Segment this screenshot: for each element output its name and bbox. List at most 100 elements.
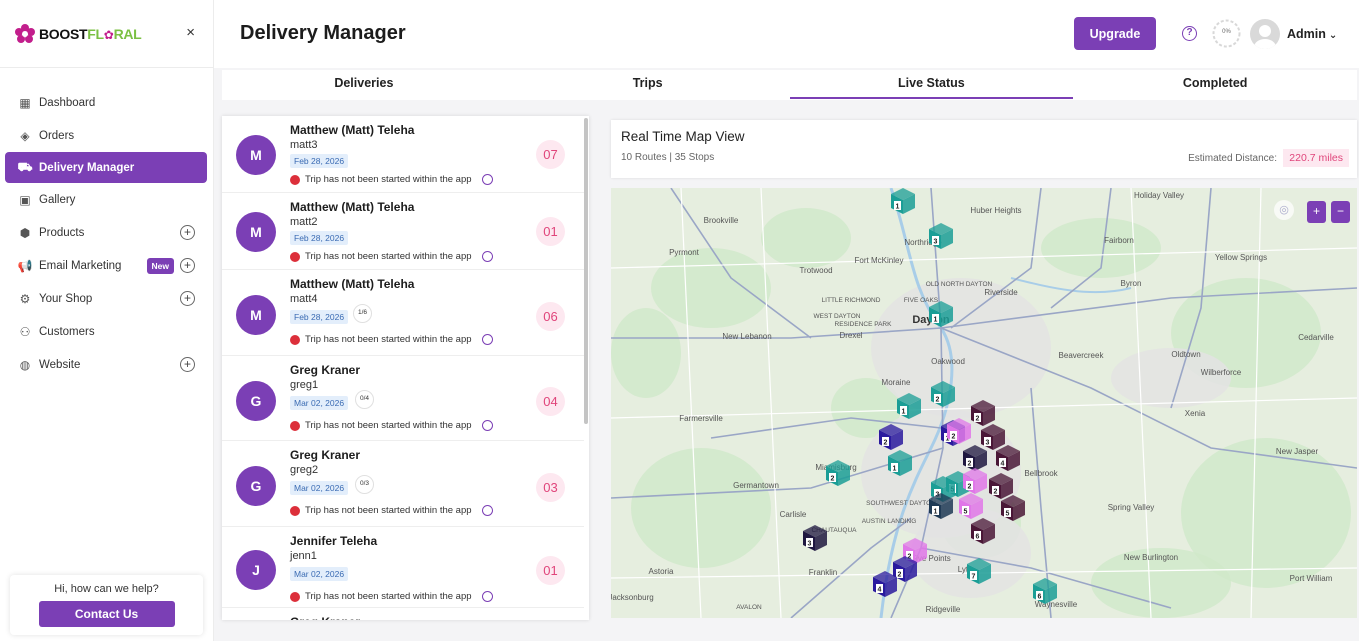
sidebar-item-orders[interactable]: ◈ Orders [0, 119, 213, 152]
status-ring-icon [481, 591, 493, 602]
distance-value: 220.7 miles [1283, 149, 1349, 167]
sidebar-item-label: Website [39, 358, 81, 371]
status-red-dot-icon [290, 420, 300, 431]
map-place-label: OLD NORTH DAYTON [926, 281, 993, 288]
marker-stop-number: 3 [808, 541, 812, 548]
expand-plus-icon[interactable]: + [180, 291, 195, 306]
setup-progress-ring[interactable]: 0% [1211, 18, 1242, 49]
expand-plus-icon[interactable]: + [180, 357, 195, 372]
marker-stop-number: 4 [1001, 461, 1005, 468]
map-place-label: Drexel [839, 331, 862, 340]
map-place-label: Trotwood [799, 266, 832, 275]
sidebar-item-email-marketing[interactable]: 📢 Email Marketing New + [0, 249, 213, 282]
brand-flower-o-icon: ✿ [103, 27, 114, 42]
driver-row[interactable]: M Matthew (Matt) Teleha matt3 Feb 28, 2026 T… [222, 116, 584, 193]
marker-stop-number: 4 [878, 587, 882, 594]
marker-stop-number: 2 [884, 440, 888, 447]
map-place-label: New Jasper [1276, 447, 1319, 456]
avatar[interactable] [1250, 19, 1280, 49]
marker-stop-number: 5 [1006, 511, 1010, 518]
sidebar-item-website[interactable]: ◍ Website + [0, 348, 213, 381]
sidebar-item-dashboard[interactable]: ▦ Dashboard [0, 86, 213, 119]
driver-username: matt2 [290, 216, 318, 228]
sidebar-item-label: Email Marketing [39, 259, 122, 272]
driver-name: Matthew (Matt) Teleha [290, 277, 415, 291]
marker-stop-number: 1 [934, 509, 938, 516]
map-place-label: WEST DAYTON [814, 313, 861, 320]
contact-us-button[interactable]: Contact Us [38, 601, 175, 627]
trip-status-text: Trip has not been started within the app [305, 251, 472, 262]
close-sidebar-icon[interactable]: × [186, 24, 195, 41]
driver-avatar: G [236, 381, 276, 421]
marker-stop-number: 2 [831, 476, 835, 483]
sidebar-item-customers[interactable]: ⚇ Customers [0, 315, 213, 348]
map-place-label: FIVE OAKS [904, 297, 939, 304]
status-red-dot-icon [290, 251, 300, 262]
help-widget: Hi, how can we help? Contact Us [10, 575, 203, 635]
zoom-in-button[interactable]: + [1307, 201, 1326, 223]
zoom-out-button[interactable]: − [1331, 201, 1350, 223]
marker-stop-number: 6 [976, 534, 980, 541]
green-area [761, 208, 851, 268]
marker-stop-number: 6 [1038, 594, 1042, 601]
map-place-label: Bellbrook [1024, 469, 1058, 478]
map-place-label: Farmersville [679, 414, 723, 423]
status-ring-icon [481, 505, 493, 516]
map-place-label: Beavercreek [1059, 351, 1105, 360]
users-icon: ⚇ [19, 324, 31, 339]
map-place-label: Fairborn [1104, 236, 1134, 245]
user-menu[interactable]: Admin ⌄ [1287, 27, 1337, 41]
map-place-label: RESIDENCE PARK [835, 321, 893, 328]
green-area [651, 248, 771, 328]
tab-completed[interactable]: Completed [1073, 70, 1357, 100]
map-place-label: SOUTHWEST DAYTON [866, 500, 936, 507]
tab-live-status[interactable]: Live Status [789, 70, 1074, 100]
map-place-label: Ridgeville [926, 605, 961, 614]
map-place-label: New Burlington [1124, 553, 1178, 562]
map-title: Real Time Map View [621, 129, 745, 144]
brand-name: BOOSTFL✿RAL [39, 26, 142, 42]
driver-row[interactable]: M Matthew (Matt) Teleha matt2 Feb 28, 2026 T… [222, 193, 584, 270]
driver-avatar: M [236, 212, 276, 252]
delivery-tabs: Deliveries Trips Live Status Completed [222, 70, 1357, 100]
help-icon[interactable]: ? [1182, 26, 1197, 41]
brand-header: BOOSTFL✿RAL × [0, 0, 213, 68]
driver-row[interactable]: J Jennifer Teleha jenn1 Mar 02, 2026 Trip ha… [222, 527, 584, 608]
map-place-label: Astoria [649, 567, 674, 576]
sidebar-item-your-shop[interactable]: ⚙ Your Shop + [0, 282, 213, 315]
driver-row[interactable]: G Greg Kraner greg2 Mar 02, 2026 0/3 Trip has… [222, 441, 584, 527]
marker-stop-number: 3 [986, 440, 990, 447]
green-area [631, 448, 771, 568]
expand-plus-icon[interactable]: + [180, 258, 195, 273]
map-place-label: Moraine [882, 378, 911, 387]
trip-status: Trip has not been started within the app [290, 251, 493, 262]
live-map[interactable]: Brookville Pyrmont Trotwood Fort McKinley No… [611, 188, 1357, 618]
status-red-dot-icon [290, 505, 300, 516]
trip-date-badge: Mar 02, 2026 [290, 481, 349, 495]
green-area [611, 308, 681, 398]
compass-icon[interactable]: ◎ [1274, 200, 1294, 220]
expand-plus-icon[interactable]: + [180, 225, 195, 240]
status-red-dot-icon [290, 174, 300, 185]
sidebar-item-gallery[interactable]: ▣ Gallery [0, 183, 213, 216]
map-place-label: Pyrmont [669, 248, 700, 257]
driver-username: greg2 [290, 464, 319, 476]
trip-status: Trip has not been started within the app [290, 505, 493, 516]
map-canvas[interactable]: BrookvillePyrmontTrotwoodFort McKinleyNo… [611, 188, 1357, 618]
sidebar-item-delivery-manager[interactable]: ⛟ Delivery Manager [5, 152, 207, 183]
map-place-label: Oakwood [931, 357, 965, 366]
driver-row[interactable]: GGreg Kraner [222, 608, 584, 620]
list-scrollbar[interactable] [584, 118, 588, 424]
tab-deliveries[interactable]: Deliveries [222, 70, 506, 100]
sidebar-item-products[interactable]: ⬢ Products + [0, 216, 213, 249]
map-place-label: Wilberforce [1201, 368, 1242, 377]
trip-status-text: Trip has not been started within the app [305, 505, 472, 516]
sidebar-nav: ▦ Dashboard ◈ Orders ⛟ Delivery Manager ▣ Galle… [0, 68, 213, 381]
trip-status: Trip has not been started within the app [290, 334, 493, 345]
urban-area [871, 278, 1051, 418]
driver-row[interactable]: M Matthew (Matt) Teleha matt4 Feb 28, 2026 1… [222, 270, 584, 356]
stop-count-badge: 03 [536, 473, 565, 502]
driver-row[interactable]: G Greg Kraner greg1 Mar 02, 2026 0/4 Trip has… [222, 356, 584, 441]
upgrade-button[interactable]: Upgrade [1074, 17, 1156, 50]
tab-trips[interactable]: Trips [506, 70, 790, 100]
